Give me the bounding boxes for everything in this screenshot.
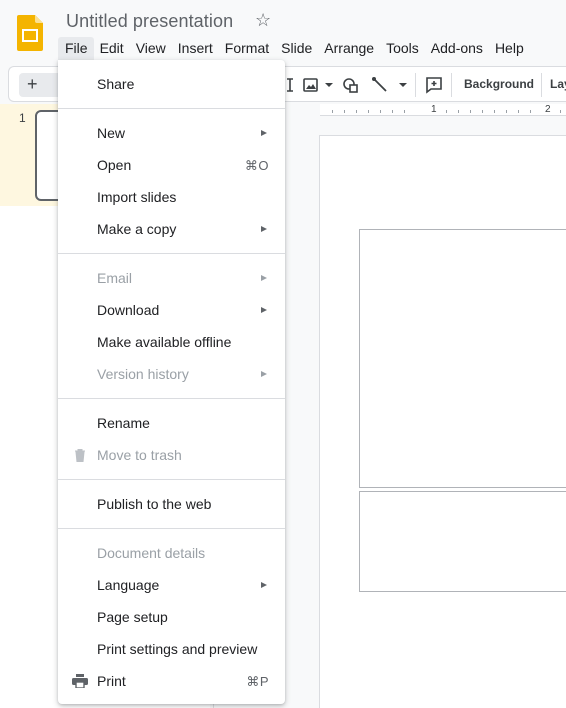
menu-separator	[58, 528, 285, 529]
menu-item-label: Open	[97, 157, 132, 173]
add-comment-icon[interactable]	[425, 76, 443, 94]
menu-item-version-history[interactable]: Version history	[58, 359, 285, 389]
menu-item-download[interactable]: Download	[58, 295, 285, 325]
ruler-tick	[518, 110, 519, 113]
menu-item-publish-web[interactable]: Publish to the web	[58, 489, 285, 519]
submenu-arrow-icon	[261, 582, 267, 588]
submenu-arrow-icon	[261, 371, 267, 377]
menu-tools[interactable]: Tools	[380, 37, 425, 60]
menu-addons[interactable]: Add-ons	[425, 37, 489, 60]
menu-item-label: Make a copy	[97, 221, 177, 237]
menu-item-label: Rename	[97, 415, 150, 431]
background-button[interactable]: Background	[464, 77, 534, 91]
image-icon[interactable]	[302, 76, 320, 94]
ruler-tick	[380, 110, 381, 113]
title-placeholder[interactable]	[359, 229, 566, 488]
menu-item-label: Version history	[97, 366, 189, 382]
menu-separator	[58, 108, 285, 109]
menu-item-label: Email	[97, 270, 133, 286]
menu-item-language[interactable]: Language	[58, 570, 285, 600]
submenu-arrow-icon	[261, 226, 267, 232]
menu-item-label: Download	[97, 302, 160, 318]
ruler-tick	[458, 110, 459, 113]
slides-app: Untitled presentation ☆ File Edit View I…	[0, 0, 566, 708]
menu-item-move-to-trash[interactable]: Move to trash	[58, 440, 285, 470]
menu-item-print-settings[interactable]: Print settings and preview	[58, 634, 285, 664]
document-title[interactable]: Untitled presentation	[66, 11, 233, 32]
ruler-tick	[530, 110, 531, 113]
slide-number: 1	[19, 111, 26, 125]
ruler-tick	[404, 110, 405, 113]
menu-item-print[interactable]: Print ⌘P	[58, 666, 285, 696]
shortcut-label: ⌘P	[246, 674, 269, 689]
menu-separator	[58, 398, 285, 399]
line-icon[interactable]	[371, 76, 389, 94]
menu-help[interactable]: Help	[489, 37, 530, 60]
menu-edit[interactable]: Edit	[94, 37, 130, 60]
menu-item-import-slides[interactable]: Import slides	[58, 182, 285, 212]
menu-item-document-details[interactable]: Document details	[58, 538, 285, 568]
menu-item-label: Import slides	[97, 189, 177, 205]
ruler-tick	[332, 110, 333, 113]
file-menu-dropdown: Share New Open ⌘O Import slides Make a c…	[58, 60, 285, 704]
menu-item-label: Language	[97, 577, 160, 593]
google-slides-logo-icon[interactable]	[17, 15, 43, 51]
menu-item-share[interactable]: Share	[58, 69, 285, 99]
toolbar-separator	[415, 73, 416, 97]
submenu-arrow-icon	[261, 275, 267, 281]
menu-separator	[58, 479, 285, 480]
ruler-tick	[470, 110, 471, 113]
menu-file[interactable]: File	[58, 37, 94, 60]
menu-item-label: Make available offline	[97, 334, 232, 350]
subtitle-placeholder[interactable]	[359, 491, 566, 592]
menu-item-label: Publish to the web	[97, 496, 212, 512]
ruler-mark: 2	[545, 104, 551, 115]
horizontal-ruler: 1 2	[320, 104, 566, 116]
submenu-arrow-icon	[261, 130, 267, 136]
menu-item-label: New	[97, 125, 126, 141]
ruler-tick	[356, 110, 357, 113]
menu-format[interactable]: Format	[219, 37, 275, 60]
menu-view[interactable]: View	[130, 37, 172, 60]
menu-item-label: Print settings and preview	[97, 641, 258, 657]
menu-item-make-offline[interactable]: Make available offline	[58, 327, 285, 357]
ruler-tick	[446, 110, 447, 113]
ruler-tick	[482, 110, 483, 113]
menu-item-label: Document details	[97, 545, 206, 561]
shortcut-label: ⌘O	[244, 158, 269, 173]
shape-icon[interactable]	[342, 76, 360, 94]
menu-item-make-copy[interactable]: Make a copy	[58, 214, 285, 244]
plus-icon: +	[27, 74, 38, 94]
ruler-tick	[560, 110, 561, 113]
menu-item-label: Share	[97, 76, 135, 92]
star-icon[interactable]: ☆	[255, 10, 271, 31]
toolbar-separator	[451, 73, 452, 97]
layout-button[interactable]: Lay	[550, 77, 566, 91]
menu-item-page-setup[interactable]: Page setup	[58, 602, 285, 632]
ruler-tick	[506, 110, 507, 113]
menu-item-label: Print	[97, 673, 126, 689]
ruler-tick	[344, 110, 345, 113]
ruler-tick	[494, 110, 495, 113]
menu-bar: File Edit View Insert Format Slide Arran…	[58, 37, 530, 60]
menu-item-label: Move to trash	[97, 447, 182, 463]
toolbar-separator	[541, 73, 542, 97]
ruler-mark: 1	[431, 104, 437, 115]
menu-separator	[58, 253, 285, 254]
trash-icon	[75, 449, 85, 462]
menu-item-open[interactable]: Open ⌘O	[58, 150, 285, 180]
menu-item-rename[interactable]: Rename	[58, 408, 285, 438]
line-dropdown-chevron-icon[interactable]	[394, 76, 412, 94]
ruler-tick	[368, 110, 369, 113]
submenu-arrow-icon	[261, 307, 267, 313]
menu-item-label: Page setup	[97, 609, 168, 625]
image-dropdown-chevron-icon[interactable]	[320, 76, 338, 94]
menu-insert[interactable]: Insert	[172, 37, 219, 60]
menu-arrange[interactable]: Arrange	[318, 37, 380, 60]
menu-item-new[interactable]: New	[58, 118, 285, 148]
printer-icon	[72, 674, 88, 688]
menu-slide[interactable]: Slide	[275, 37, 318, 60]
menu-item-email[interactable]: Email	[58, 263, 285, 293]
ruler-tick	[392, 110, 393, 113]
